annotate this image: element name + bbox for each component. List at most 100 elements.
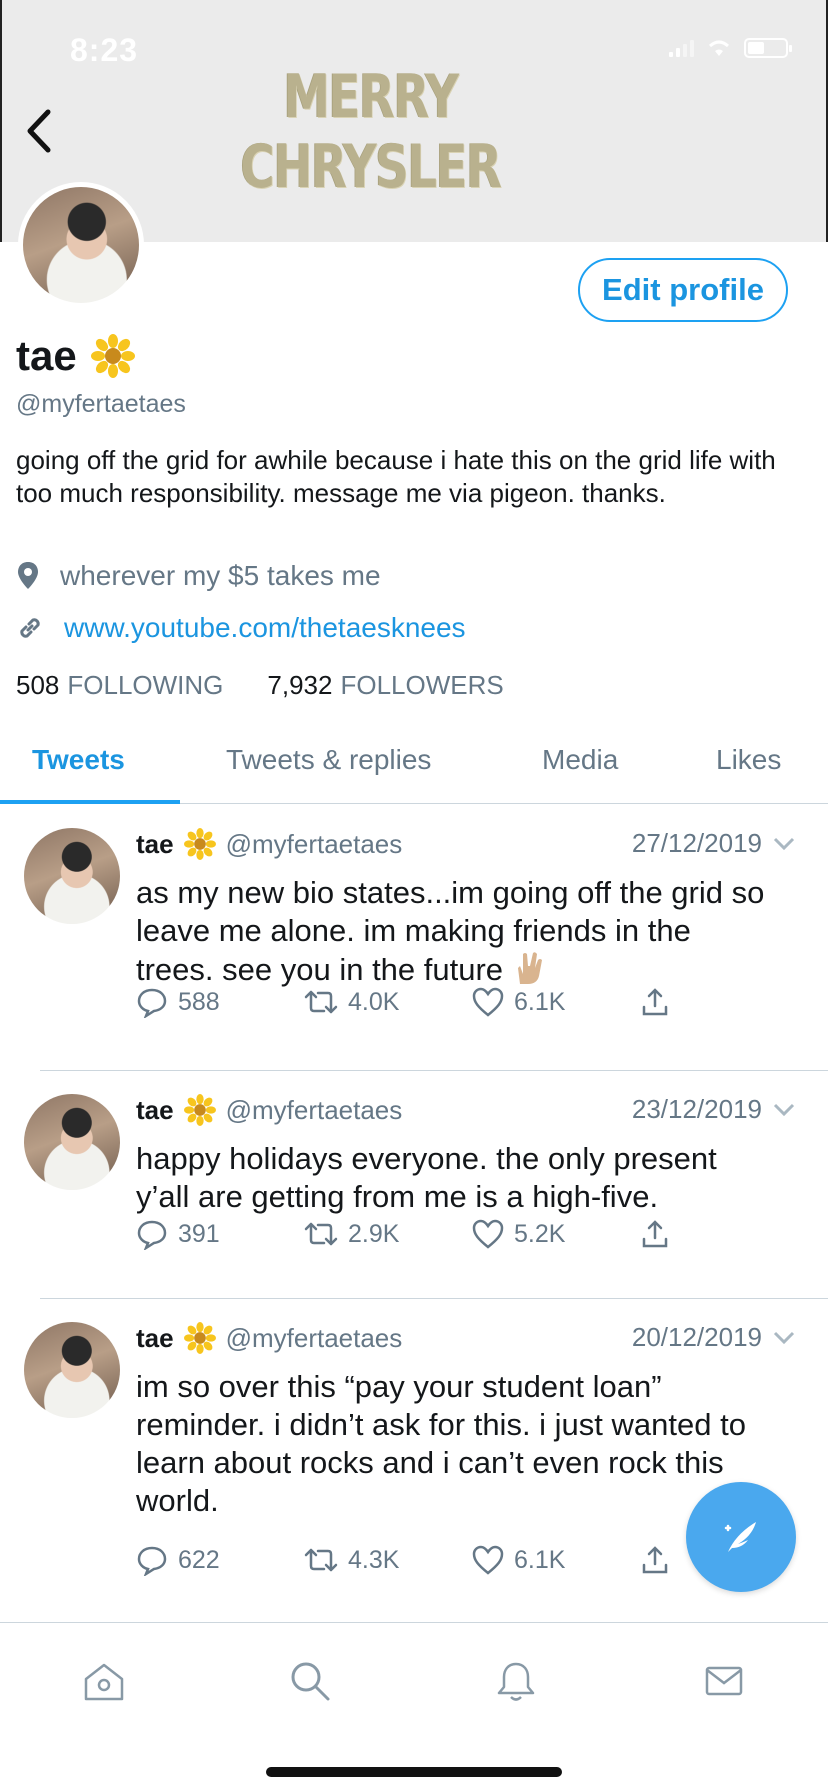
following-count: 508 [16, 670, 60, 700]
tweet-avatar[interactable] [24, 1094, 120, 1190]
nav-messages[interactable] [694, 1651, 754, 1711]
profile-location: wherever my $5 takes me [16, 560, 381, 592]
share-button[interactable] [640, 986, 808, 1018]
followers-count: 7,932 [267, 670, 333, 700]
nav-home[interactable] [74, 1651, 134, 1711]
status-time: 8:23 [70, 32, 139, 68]
retweet-button[interactable]: 4.0K [304, 986, 472, 1018]
notifications-bell-icon [497, 1662, 535, 1701]
following-stat[interactable]: 508 FOLLOWING [16, 670, 223, 701]
reply-count: 622 [178, 1545, 220, 1574]
tweet-header: tae @myfertaetaes [136, 828, 402, 860]
tweet-text: as my new bio states...im going off the … [136, 874, 776, 989]
tweet-date: 23/12/2019 [631, 1094, 762, 1124]
tweet-author-handle: @myfertaetaes [225, 1322, 403, 1353]
like-icon [472, 1545, 504, 1575]
like-count: 5.2K [514, 1219, 566, 1248]
retweet-button[interactable]: 2.9K [304, 1218, 472, 1250]
share-icon [642, 988, 668, 1016]
tweet-text-content: as my new bio states...im going off the … [136, 875, 765, 987]
followers-stat[interactable]: 7,932 FOLLOWERS [267, 670, 503, 701]
compose-feather-icon [724, 1522, 756, 1552]
back-arrow-icon [27, 109, 51, 153]
tweet-text: im so over this “pay your student loan” … [136, 1369, 746, 1518]
flower-emoji-icon [183, 828, 216, 860]
profile-name: tae [16, 332, 77, 379]
tweet-header: tae @myfertaetaes [136, 1322, 402, 1354]
tweet[interactable]: tae @myfertaetaes 23/12/2019 happy holid… [0, 1070, 828, 1299]
chevron-down-icon[interactable] [772, 1330, 796, 1346]
tweet-date-row: 23/12/2019 [632, 1094, 796, 1125]
status-icons [669, 38, 792, 58]
wifi-icon [709, 40, 729, 56]
url-link[interactable]: www.youtube.com/thetaesknees [64, 612, 466, 644]
vulcan-salute-emoji-icon [517, 952, 542, 984]
share-icon [642, 1546, 668, 1574]
cellular-signal-icon [669, 39, 694, 57]
compose-tweet-button[interactable] [686, 1482, 796, 1592]
tweet-author-handle: @myfertaetaes [225, 828, 403, 859]
profile-tabs: Tweets Tweets & replies Media Likes [0, 730, 828, 804]
reply-count: 391 [178, 1219, 220, 1248]
tweet-author-name: tae [136, 828, 174, 859]
reply-icon [137, 1546, 167, 1576]
bottom-nav [0, 1622, 828, 1792]
profile-handle: @myfertaetaes [16, 390, 186, 418]
link-icon [20, 618, 40, 638]
banner-text: MERRY CHRYSLER [240, 62, 501, 202]
tweet-author-name: tae [136, 1094, 174, 1125]
home-indicator[interactable] [266, 1767, 562, 1777]
tweet-avatar[interactable] [24, 828, 120, 924]
follow-counts: 508 FOLLOWING 7,932 FOLLOWERS [16, 670, 504, 701]
nav-search[interactable] [280, 1651, 340, 1711]
tweet-text: happy holidays everyone. the only presen… [136, 1141, 717, 1214]
flower-emoji-icon [183, 1094, 216, 1126]
profile-url[interactable]: www.youtube.com/thetaesknees [16, 612, 466, 644]
retweet-button[interactable]: 4.3K [304, 1544, 472, 1576]
like-count: 6.1K [514, 987, 566, 1016]
retweet-count: 2.9K [348, 1219, 400, 1248]
tab-media[interactable]: Media [542, 744, 618, 776]
share-button[interactable] [640, 1218, 808, 1250]
tweet-avatar[interactable] [24, 1322, 120, 1418]
like-button[interactable]: 6.1K [472, 986, 640, 1018]
battery-icon [744, 38, 792, 58]
retweet-icon [304, 1222, 338, 1246]
tweet-author-name: tae [136, 1322, 174, 1353]
nav-notifications[interactable] [486, 1651, 546, 1711]
share-icon [642, 1220, 668, 1248]
tab-tweets[interactable]: Tweets [32, 744, 125, 776]
tweet-header: tae @myfertaetaes [136, 1094, 402, 1126]
reply-icon [137, 1220, 167, 1250]
tab-likes[interactable]: Likes [716, 744, 781, 776]
chevron-down-icon[interactable] [772, 836, 796, 852]
like-button[interactable]: 6.1K [472, 1544, 640, 1576]
messages-mail-icon [705, 1666, 743, 1696]
like-button[interactable]: 5.2K [472, 1218, 640, 1250]
reply-button[interactable]: 391 [136, 1218, 304, 1250]
tweet-actions: 588 4.0K 6.1K [136, 986, 808, 1018]
retweet-count: 4.0K [348, 987, 400, 1016]
search-icon [291, 1662, 330, 1701]
location-pin-icon [18, 562, 38, 589]
chevron-down-icon[interactable] [772, 1102, 796, 1118]
tweet-actions: 391 2.9K 5.2K [136, 1218, 808, 1250]
banner-left-edge [0, 0, 2, 242]
retweet-count: 4.3K [348, 1545, 400, 1574]
home-icon [84, 1663, 124, 1701]
profile-avatar[interactable] [18, 182, 144, 308]
tweet[interactable]: tae @myfertaetaes 27/12/2019 as my new b… [0, 804, 828, 1071]
location-text: wherever my $5 takes me [60, 560, 381, 591]
edit-profile-button[interactable]: Edit profile [578, 258, 788, 322]
profile-bio: going off the grid for awhile because i … [16, 445, 776, 508]
tab-tweets-replies[interactable]: Tweets & replies [226, 744, 431, 776]
reply-icon [137, 988, 167, 1018]
tweet-author-handle: @myfertaetaes [225, 1094, 403, 1125]
reply-button[interactable]: 588 [136, 986, 304, 1018]
flower-emoji-icon [90, 334, 135, 378]
followers-label: FOLLOWERS [340, 670, 504, 700]
back-button[interactable] [20, 106, 60, 156]
reply-button[interactable]: 622 [136, 1544, 304, 1576]
reply-count: 588 [178, 987, 220, 1016]
following-label: FOLLOWING [67, 670, 224, 700]
